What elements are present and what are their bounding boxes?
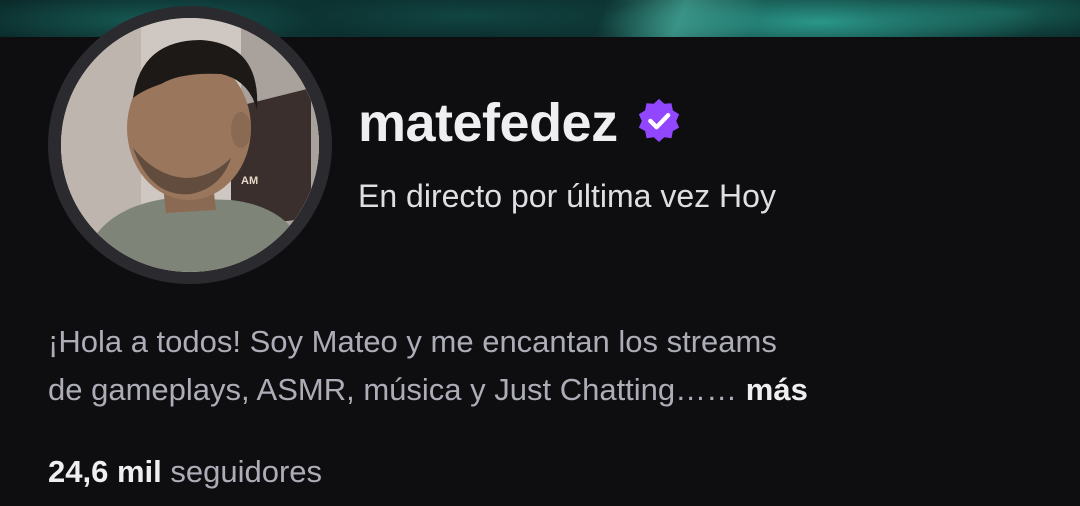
verified-badge-icon <box>638 98 679 143</box>
channel-header: matefedez <box>358 88 682 158</box>
avatar-ring: AM <box>48 6 332 284</box>
banner-highlight <box>593 0 767 37</box>
bio-line-2: de gameplays, ASMR, música y Just Chatti… <box>48 366 1038 414</box>
bio-line-text: de gameplays, ASMR, música y Just Chatti… <box>48 372 738 407</box>
last-live-status: En directo por última vez Hoy <box>358 178 776 214</box>
avatar[interactable]: AM <box>61 18 319 272</box>
followers-label: seguidores <box>170 454 323 489</box>
channel-bio: ¡Hola a todos! Soy Mateo y me encantan l… <box>48 318 1038 414</box>
channel-name[interactable]: matefedez <box>358 96 618 150</box>
more-button[interactable]: más <box>746 372 808 407</box>
svg-text:AM: AM <box>241 175 258 187</box>
bio-line: ¡Hola a todos! Soy Mateo y me encantan l… <box>48 324 777 359</box>
followers-number: 24,6 mil <box>48 454 162 489</box>
avatar-photo: AM <box>61 18 319 272</box>
followers-count[interactable]: 24,6 mil seguidores <box>48 453 322 490</box>
